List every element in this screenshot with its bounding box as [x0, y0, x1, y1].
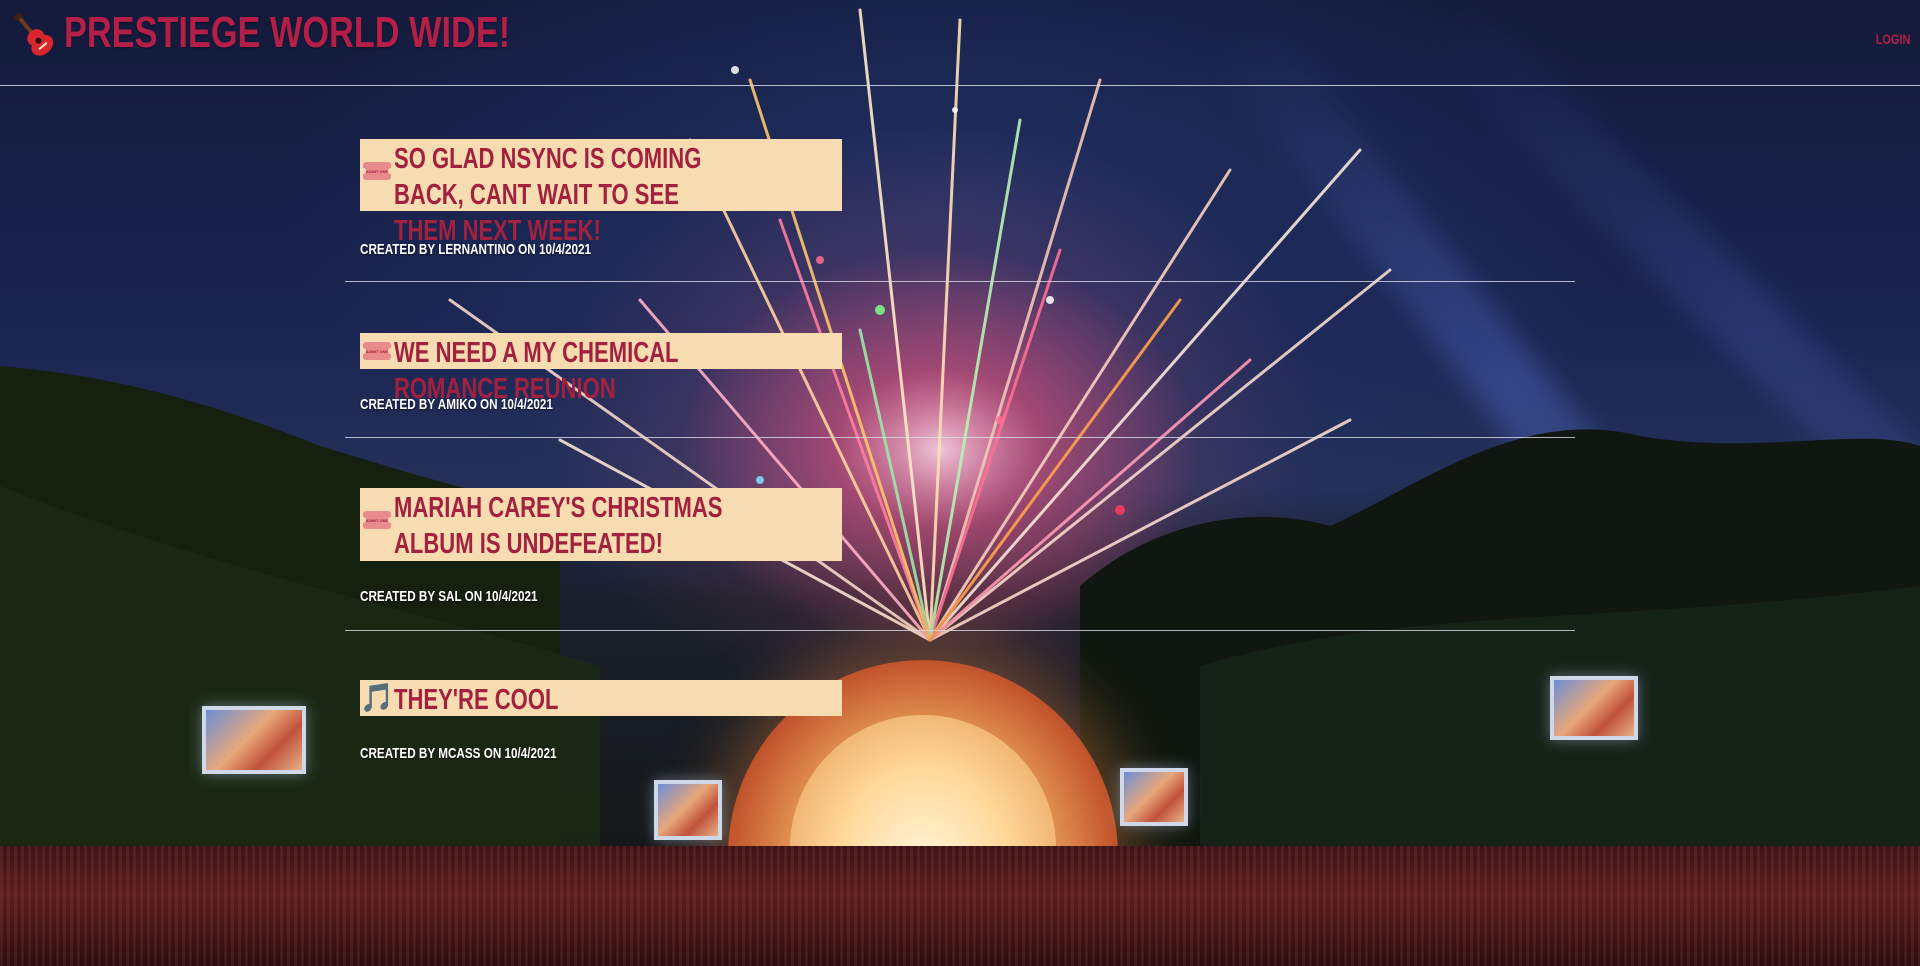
- login-link[interactable]: LOGIN: [1875, 31, 1910, 47]
- post-title-box[interactable]: ADMIT ONE SO GLAD NSYNC IS COMING BACK, …: [360, 139, 842, 247]
- post-title-box[interactable]: 🎵 THEY'RE COOL: [360, 680, 842, 716]
- brand[interactable]: PRESTIEGE WORLD WIDE!: [8, 8, 636, 58]
- post-item: ADMIT ONE SO GLAD NSYNC IS COMING BACK, …: [345, 86, 1575, 282]
- post-title-box[interactable]: ADMIT ONE WE NEED A MY CHEMICAL ROMANCE …: [360, 333, 842, 405]
- post-title[interactable]: SO GLAD NSYNC IS COMING BACK, CANT WAIT …: [394, 141, 731, 249]
- crowd: [0, 846, 1920, 966]
- post-meta: CREATED BY MCASS ON 10/4/2021: [360, 745, 557, 762]
- site-header: PRESTIEGE WORLD WIDE! LOGIN: [0, 0, 1920, 86]
- post-item: ADMIT ONE MARIAH CAREY'S CHRISTMAS ALBUM…: [345, 438, 1575, 631]
- post-meta: CREATED BY SAL ON 10/4/2021: [360, 588, 538, 605]
- post-title[interactable]: THEY'RE COOL: [394, 682, 731, 718]
- post-title[interactable]: MARIAH CAREY'S CHRISTMAS ALBUM IS UNDEFE…: [394, 490, 731, 562]
- video-screen: [202, 706, 306, 774]
- guitar-icon: [13, 12, 54, 56]
- site-title[interactable]: PRESTIEGE WORLD WIDE!: [64, 8, 510, 58]
- post-item: 🎵 THEY'RE COOL CREATED BY MCASS ON 10/4/…: [345, 631, 1575, 791]
- ticket-icon: ADMIT ONE: [361, 335, 393, 367]
- post-item: ADMIT ONE WE NEED A MY CHEMICAL ROMANCE …: [345, 282, 1575, 438]
- ticket-icon: ADMIT ONE: [361, 141, 393, 201]
- post-title-box[interactable]: ADMIT ONE MARIAH CAREY'S CHRISTMAS ALBUM…: [360, 488, 842, 561]
- post-meta: CREATED BY AMIKO ON 10/4/2021: [360, 396, 553, 413]
- post-meta: CREATED BY LERNANTINO ON 10/4/2021: [360, 241, 592, 258]
- music-note-icon: 🎵: [359, 681, 395, 714]
- post-list: ADMIT ONE SO GLAD NSYNC IS COMING BACK, …: [345, 86, 1575, 791]
- ticket-icon: ADMIT ONE: [361, 490, 393, 550]
